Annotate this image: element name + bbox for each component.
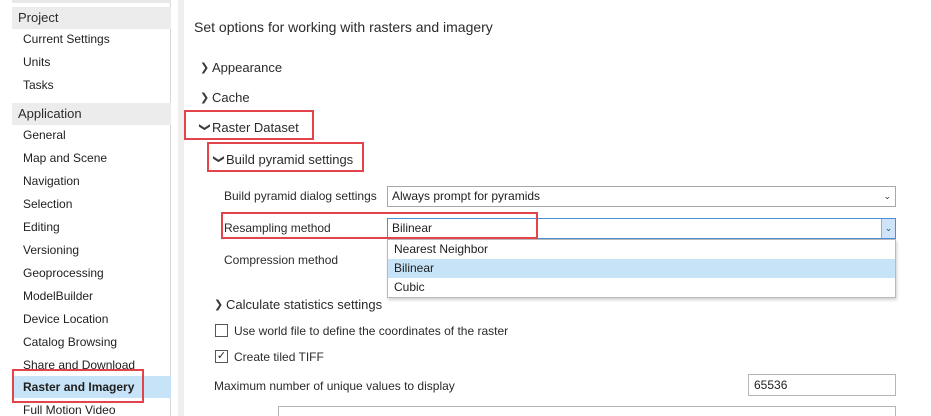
- build-pyramid-dialog-select[interactable]: Always prompt for pyramids ⌄: [387, 186, 896, 207]
- options-sidebar: Project Current Settings Units Tasks App…: [12, 0, 171, 416]
- sidebar-item-catalog-browsing[interactable]: Catalog Browsing: [12, 331, 171, 353]
- expander-build-pyramid-label: Build pyramid settings: [226, 152, 354, 167]
- resampling-options-list: Nearest Neighbor Bilinear Cubic: [387, 239, 896, 298]
- chevron-right-icon: ❯: [200, 62, 210, 74]
- resampling-method-label: Resampling method: [224, 221, 331, 235]
- max-unique-values-input[interactable]: 65536: [748, 374, 896, 396]
- chevron-down-icon: ❯: [212, 154, 225, 164]
- expander-calculate-statistics-label: Calculate statistics settings: [226, 297, 383, 312]
- expander-build-pyramid-settings[interactable]: ❯ Build pyramid settings: [212, 152, 354, 167]
- sidebar-section-application: Application: [12, 103, 171, 125]
- sidebar-item-current-settings[interactable]: Current Settings: [12, 28, 171, 50]
- sidebar-item-selection[interactable]: Selection: [12, 193, 171, 215]
- expander-calculate-statistics[interactable]: ❯ Calculate statistics settings: [214, 297, 382, 312]
- chevron-right-icon: ❯: [214, 299, 224, 311]
- sidebar-item-units[interactable]: Units: [12, 51, 171, 73]
- chevron-down-icon: ❯: [198, 122, 211, 132]
- expander-appearance-label: Appearance: [212, 60, 283, 75]
- expander-appearance[interactable]: ❯ Appearance: [200, 60, 282, 75]
- sidebar-item-general[interactable]: General: [12, 124, 171, 146]
- sidebar-item-geoprocessing[interactable]: Geoprocessing: [12, 262, 171, 284]
- sidebar-section-project: Project: [12, 7, 171, 29]
- compression-method-label: Compression method: [224, 253, 339, 267]
- chevron-right-icon: ❯: [200, 92, 210, 104]
- world-file-checkbox[interactable]: [215, 324, 228, 337]
- resampling-method-select[interactable]: Bilinear ⌄: [387, 218, 896, 239]
- expander-cache-label: Cache: [212, 90, 250, 105]
- sidebar-item-share-and-download[interactable]: Share and Download: [12, 354, 171, 376]
- expander-cache[interactable]: ❯ Cache: [200, 90, 250, 105]
- max-unique-values-label: Maximum number of unique values to displ…: [214, 379, 455, 393]
- option-cubic[interactable]: Cubic: [388, 278, 895, 297]
- chevron-down-icon: ⌄: [883, 191, 891, 201]
- sidebar-item-tasks[interactable]: Tasks: [12, 74, 171, 96]
- sidebar-item-navigation[interactable]: Navigation: [12, 170, 171, 192]
- resampling-method-value: Bilinear: [392, 221, 433, 235]
- option-bilinear[interactable]: Bilinear: [388, 259, 895, 278]
- sidebar-item-versioning[interactable]: Versioning: [12, 239, 171, 261]
- sidebar-scroll-edge: [12, 0, 171, 3]
- build-pyramid-dialog-label: Build pyramid dialog settings: [224, 189, 377, 203]
- expander-raster-dataset[interactable]: ❯ Raster Dataset: [198, 120, 299, 135]
- world-file-label: Use world file to define the coordinates…: [234, 324, 509, 338]
- sidebar-item-map-and-scene[interactable]: Map and Scene: [12, 147, 171, 169]
- option-nearest-neighbor[interactable]: Nearest Neighbor: [388, 240, 895, 259]
- dropdown-toggle-icon[interactable]: ⌄: [881, 219, 895, 238]
- sidebar-item-modelbuilder[interactable]: ModelBuilder: [12, 285, 171, 307]
- page-title: Set options for working with rasters and…: [194, 19, 493, 35]
- options-main-panel: Set options for working with rasters and…: [184, 0, 931, 416]
- build-pyramid-dialog-value: Always prompt for pyramids: [392, 189, 541, 203]
- tiled-tiff-checkbox[interactable]: ✓: [215, 350, 228, 363]
- sidebar-item-editing[interactable]: Editing: [12, 216, 171, 238]
- path-field[interactable]: [278, 406, 896, 416]
- sidebar-item-raster-and-imagery[interactable]: Raster and Imagery: [12, 376, 171, 398]
- sidebar-item-device-location[interactable]: Device Location: [12, 308, 171, 330]
- sidebar-item-full-motion-video[interactable]: Full Motion Video: [12, 399, 171, 416]
- tiled-tiff-label: Create tiled TIFF: [234, 350, 324, 364]
- expander-raster-dataset-label: Raster Dataset: [212, 120, 299, 135]
